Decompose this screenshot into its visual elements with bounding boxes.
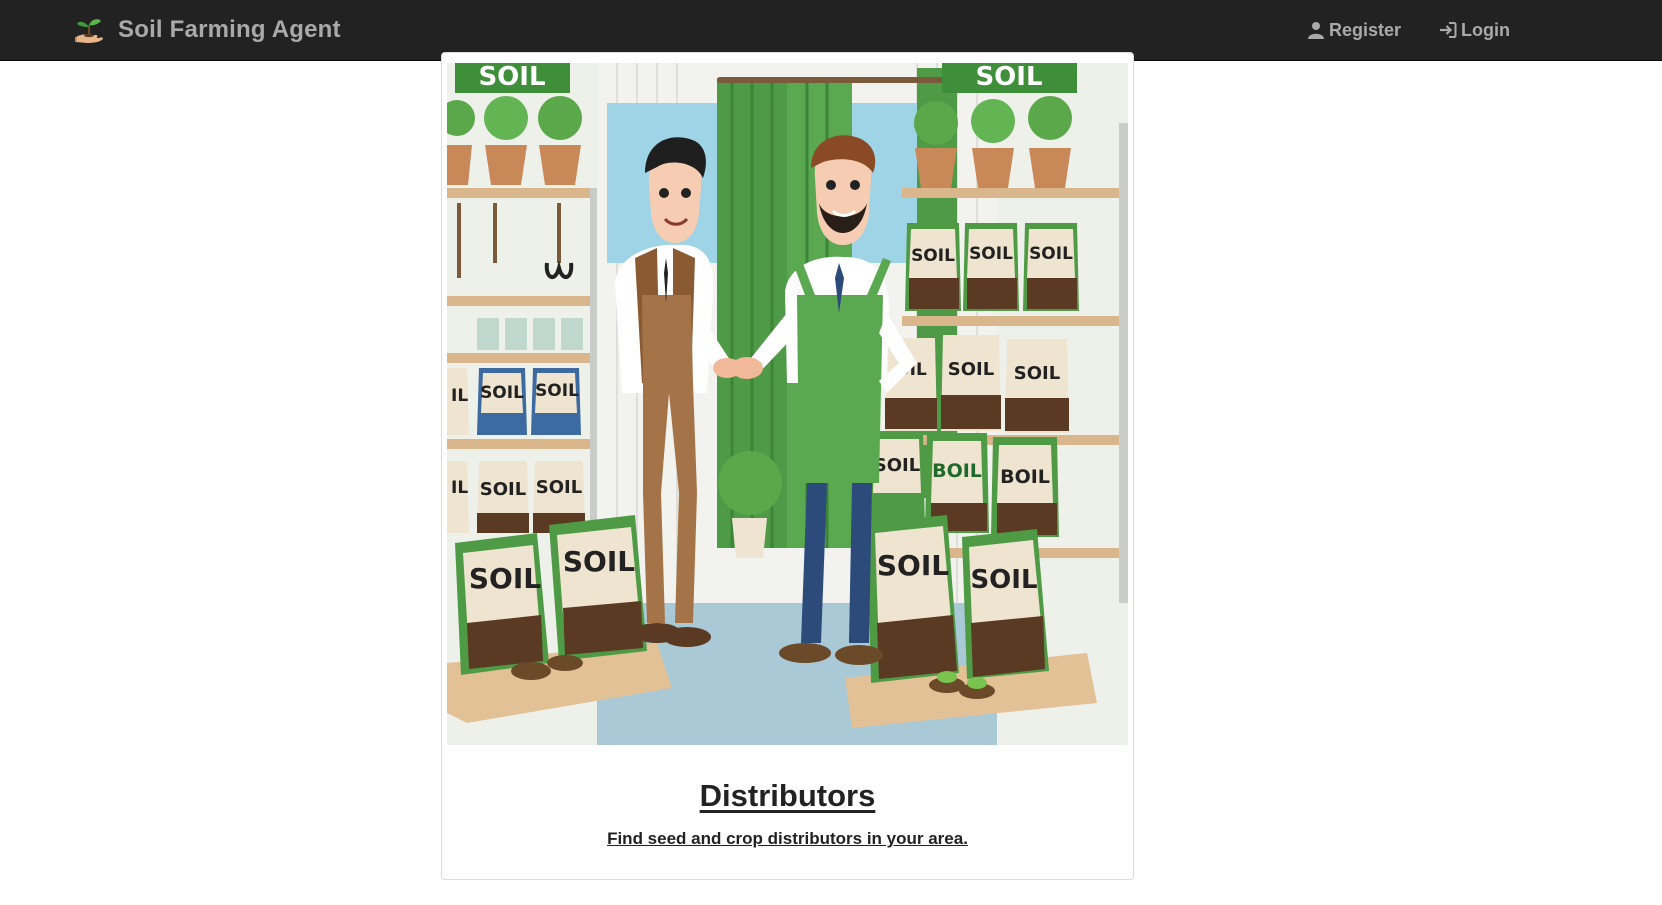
bag-label: SOIL [911, 246, 955, 266]
bag-label: SOIL [874, 455, 920, 476]
card-description-link[interactable]: Find seed and crop distributors in your … [442, 829, 1133, 849]
bag-label: BOIL [1000, 466, 1050, 488]
distributors-card: SOIL SOIL IL SOIL SOIL IL SOIL SOIL SOIL… [441, 52, 1134, 880]
bag-label: BOIL [932, 460, 982, 482]
bag-label: SOIL [1014, 363, 1060, 384]
bag-label: SOIL [1029, 244, 1073, 264]
nav-login-label: Login [1461, 19, 1510, 40]
sign-right-text: SOIL [975, 63, 1042, 92]
seedling-hand-icon [75, 19, 103, 43]
bag-label: SOIL [877, 549, 949, 582]
bag-label: SOIL [480, 479, 526, 500]
bag-label: SOIL [970, 565, 1037, 595]
distributors-image: SOIL SOIL IL SOIL SOIL IL SOIL SOIL SOIL… [447, 63, 1128, 745]
brand-link[interactable]: Soil Farming Agent [72, 0, 341, 60]
sign-left-text: SOIL [478, 63, 545, 92]
user-icon [1307, 22, 1324, 39]
bag-label: SOIL [563, 545, 635, 578]
bag-label: SOIL [536, 477, 582, 498]
bag-label: SOIL [969, 244, 1013, 264]
nav-register-label: Register [1328, 19, 1402, 40]
brand-name: Soil Farming Agent [118, 16, 341, 43]
bag-label: SOIL [469, 562, 541, 595]
login-icon [1440, 22, 1457, 38]
card-title-link[interactable]: Distributors [442, 778, 1133, 814]
bag-label: SOIL [948, 359, 994, 380]
bag-label: IL [451, 386, 468, 406]
bag-label: SOIL [535, 381, 579, 401]
bag-label: IL [451, 478, 468, 498]
nav-login[interactable]: Login [1439, 20, 1510, 41]
nav-register[interactable]: Register [1307, 20, 1401, 41]
nav-right: Register Login [1307, 0, 1510, 60]
bag-label: SOIL [480, 383, 524, 403]
